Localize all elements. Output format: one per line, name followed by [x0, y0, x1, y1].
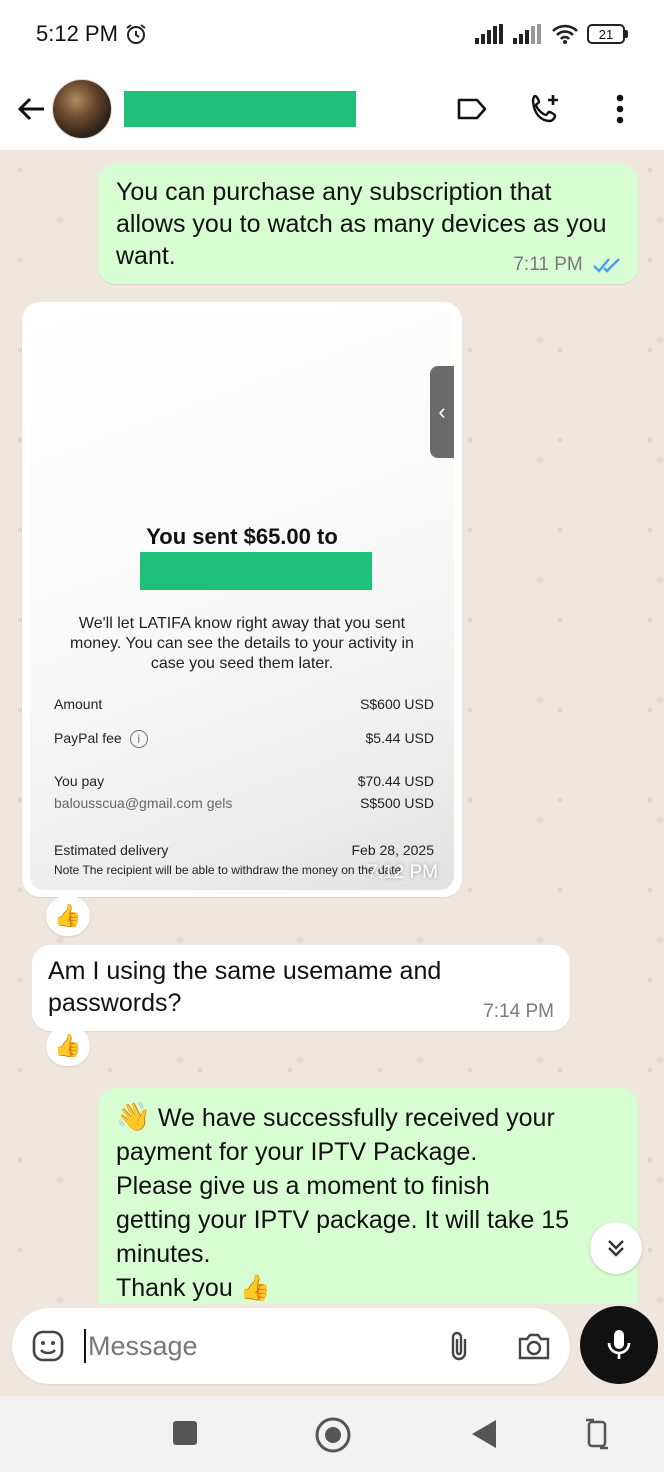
scroll-down-button[interactable] — [590, 1222, 642, 1274]
recents-square-icon[interactable] — [172, 1420, 198, 1446]
payment-receipt-image[interactable]: ‹ You sent $65.00 to We'll let LATIFA kn… — [30, 310, 454, 890]
receipt-row-label: balousscua@gmail.com gels — [54, 795, 233, 811]
receipt-row-value: Feb 28, 2025 — [351, 842, 434, 858]
recipient-name-redacted — [140, 552, 372, 590]
message-timestamp: 7:12 PM — [367, 862, 438, 883]
message-line: payment for your IPTV Package. — [116, 1138, 478, 1166]
sticker-icon[interactable] — [30, 1328, 66, 1364]
receipt-title: You sent $65.00 to — [146, 524, 338, 549]
receipt-row-label: Amount — [54, 696, 103, 712]
home-circle-icon[interactable] — [314, 1416, 352, 1454]
receipt-row-value: $70.44 USD — [357, 773, 434, 789]
system-nav-bar — [0, 1396, 664, 1472]
camera-icon[interactable] — [516, 1328, 552, 1364]
back-arrow-icon[interactable] — [12, 89, 52, 129]
chat-area[interactable]: You can purchase any subscription that a… — [0, 150, 664, 1304]
message-line: minutes. — [116, 1240, 211, 1268]
receipt-row-label: You pay — [54, 773, 105, 789]
avatar[interactable] — [52, 79, 112, 139]
message-line: getting your IPTV package. It will take … — [116, 1206, 570, 1234]
battery-icon: 21 — [587, 24, 628, 44]
receipt-row-label: PayPal fee i — [54, 730, 148, 749]
message-bubble-outgoing[interactable]: You can purchase any subscription that a… — [98, 164, 638, 284]
label-icon[interactable] — [454, 91, 490, 127]
more-options-icon[interactable] — [602, 91, 638, 127]
message-input[interactable] — [88, 1330, 428, 1362]
double-chevron-down-icon — [608, 1240, 624, 1257]
status-bar: 5:12 PM 21 — [0, 0, 664, 68]
message-composer — [12, 1308, 570, 1384]
reaction-badge[interactable]: 👍 — [46, 1026, 90, 1066]
receipt-row-value: S$600 USD — [360, 696, 434, 712]
back-triangle-icon[interactable] — [470, 1418, 498, 1450]
microphone-icon — [607, 1330, 631, 1359]
receipt-notice: We'll let LATIFA know right away that yo… — [70, 615, 414, 672]
voice-message-button[interactable] — [580, 1306, 658, 1384]
message-text: Am I using the same usemame and password… — [48, 957, 442, 1017]
double-check-read-icon — [593, 258, 620, 273]
battery-level: 21 — [587, 24, 625, 44]
message-bubble-outgoing[interactable]: 👋 We have successfully received your pay… — [98, 1088, 638, 1304]
message-text: 👋 We have successfully received your pay… — [116, 1100, 620, 1304]
receipt-note: Note The recipient will be able to withd… — [54, 863, 402, 877]
receipt-row-label: Estimated delivery — [54, 842, 169, 858]
info-icon: i — [129, 730, 148, 749]
alarm-icon — [126, 24, 146, 44]
paypal-fee-label: PayPal fee — [54, 730, 122, 746]
message-line: Thank you 👍 — [116, 1274, 271, 1302]
status-icons: 21 — [475, 23, 628, 45]
attach-paperclip-icon[interactable] — [442, 1328, 478, 1364]
message-bubble-incoming[interactable]: Am I using the same usemame and password… — [32, 945, 570, 1031]
receipt-row-value: $5.44 USD — [365, 730, 434, 746]
status-time: 5:12 PM — [36, 21, 118, 46]
wifi-icon — [552, 24, 578, 44]
rotate-screen-icon[interactable] — [584, 1416, 610, 1452]
message-line: Please give us a moment to finish — [116, 1172, 490, 1200]
message-timestamp: 7:11 PM — [513, 254, 583, 275]
signal-icon — [475, 24, 503, 44]
message-line: We have successfully received your — [157, 1104, 555, 1132]
signal-icon-2 — [513, 24, 541, 44]
reaction-badge[interactable]: 👍 — [46, 896, 90, 936]
image-message-bubble[interactable]: ‹ You sent $65.00 to We'll let LATIFA kn… — [22, 302, 462, 897]
chevron-left-icon: ‹ — [430, 366, 454, 458]
message-time: 7:11 PM — [513, 254, 622, 276]
text-cursor — [84, 1329, 86, 1363]
message-timestamp: 7:14 PM — [483, 1001, 554, 1022]
chat-header — [0, 68, 664, 150]
contact-name-redacted[interactable] — [124, 91, 356, 127]
waving-hand-emoji: 👋 — [116, 1101, 151, 1132]
add-call-icon[interactable] — [528, 91, 564, 127]
receipt-row-value: S$500 USD — [360, 795, 434, 811]
